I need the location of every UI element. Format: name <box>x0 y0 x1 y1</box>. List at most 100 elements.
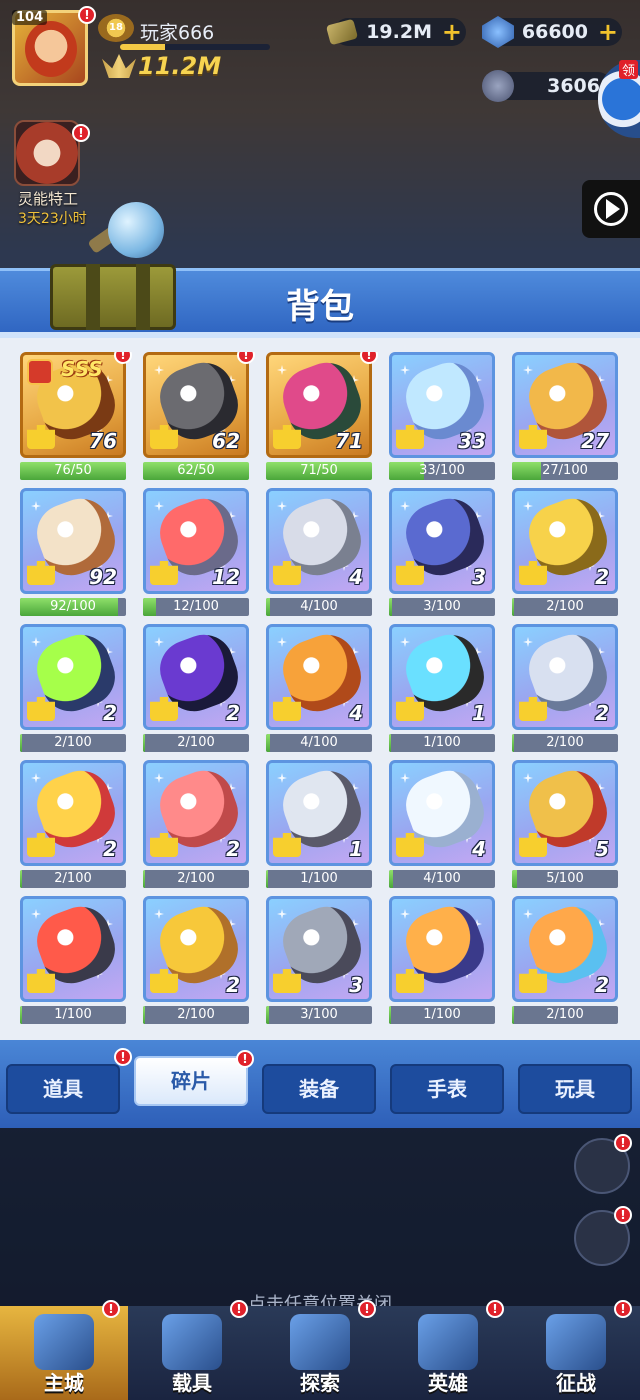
fragment-progress-text: 1/100 <box>423 1007 461 1022</box>
item-slot[interactable]: 1/100 <box>389 896 495 1026</box>
cash-counter[interactable]: 19.2M + <box>325 18 466 46</box>
item-slot[interactable]: 4 4/100 <box>266 624 372 754</box>
item-card[interactable]: 2 <box>20 624 126 730</box>
gem-counter[interactable]: 66600 + <box>482 16 622 48</box>
item-slot[interactable]: 3 3/100 <box>266 896 372 1026</box>
sparkle-icon <box>31 909 41 919</box>
item-slot[interactable]: 33 33/100 <box>389 352 495 482</box>
sparkle-icon <box>31 637 41 647</box>
nav-item-3[interactable]: 英雄! <box>384 1300 512 1400</box>
friends-button[interactable]: ! <box>574 1134 632 1194</box>
item-card[interactable]: 12 <box>143 488 249 594</box>
item-card[interactable]: 2 <box>143 896 249 1002</box>
item-card[interactable]: 4 <box>266 624 372 730</box>
item-slot[interactable]: SSS 76 76/50! <box>20 352 132 482</box>
token-icon <box>482 70 514 102</box>
fragment-progress-bar: 3/100 <box>389 598 495 616</box>
nav-item-4[interactable]: 征战! <box>512 1300 640 1400</box>
tab-4[interactable]: 玩具 <box>518 1064 632 1114</box>
tab-3[interactable]: 手表 <box>390 1064 504 1114</box>
fragment-progress-text: 4/100 <box>300 599 338 614</box>
item-card[interactable]: 2 <box>20 760 126 866</box>
item-count: 2 <box>226 701 240 725</box>
add-gem-icon[interactable]: + <box>598 20 618 44</box>
item-card[interactable]: 3 <box>266 896 372 1002</box>
add-cash-icon[interactable]: + <box>442 20 462 44</box>
fragment-progress-text: 2/100 <box>177 871 215 886</box>
sparkle-icon <box>400 773 410 783</box>
fragment-progress-bar: 2/100 <box>143 734 249 752</box>
item-slot[interactable]: 3 3/100 <box>389 488 495 618</box>
item-count: 5 <box>595 837 609 861</box>
cash-value: 19.2M <box>366 21 432 43</box>
item-slot[interactable]: 2 2/100 <box>512 624 618 754</box>
leaderboard-button[interactable]: ! <box>574 1206 632 1266</box>
fragment-progress-text: 1/100 <box>54 1007 92 1022</box>
item-card[interactable]: 2 <box>512 896 618 1002</box>
item-slot[interactable]: 2 2/100 <box>512 488 618 618</box>
item-card[interactable] <box>20 896 126 1002</box>
item-slot[interactable]: 27 27/100 <box>512 352 618 482</box>
nav-item-2[interactable]: 探索! <box>256 1300 384 1400</box>
item-slot[interactable]: 92 92/100 <box>20 488 126 618</box>
item-slot[interactable]: 2 2/100 <box>143 760 249 890</box>
item-slot[interactable]: 4 4/100 <box>389 760 495 890</box>
token-counter: 3606 <box>482 70 612 102</box>
item-slot[interactable]: 71 71/50! <box>266 352 378 482</box>
tab-0[interactable]: 道具 <box>6 1064 120 1114</box>
fragment-progress-bar: 4/100 <box>266 598 372 616</box>
item-card[interactable]: 1 <box>389 624 495 730</box>
player-level: 104 <box>12 10 48 25</box>
item-count: 4 <box>472 837 486 861</box>
item-card[interactable]: 62 <box>143 352 249 458</box>
sparkle-icon <box>400 501 410 511</box>
item-card[interactable]: 4 <box>389 760 495 866</box>
item-slot[interactable]: 1 1/100 <box>389 624 495 754</box>
nav-item-0[interactable]: 主城! <box>0 1300 128 1400</box>
item-card[interactable]: 2 <box>143 624 249 730</box>
sparkle-icon <box>523 773 533 783</box>
item-slot[interactable]: 12 12/100 <box>143 488 249 618</box>
tab-1[interactable]: 碎片! <box>134 1050 254 1106</box>
item-slot[interactable]: 1/100 <box>20 896 126 1026</box>
tab-alert-badge: ! <box>114 1048 132 1066</box>
tab-2[interactable]: 装备 <box>262 1064 376 1114</box>
item-count: 62 <box>212 429 240 453</box>
item-card[interactable]: 2 <box>512 624 618 730</box>
agent-event-icon[interactable] <box>14 120 80 186</box>
item-slot[interactable]: 2 2/100 <box>512 896 618 1026</box>
fragment-progress-text: 71/50 <box>300 463 338 478</box>
item-slot[interactable]: 1 1/100 <box>266 760 372 890</box>
item-slot[interactable]: 2 2/100 <box>20 760 126 890</box>
item-slot[interactable]: 4 4/100 <box>266 488 372 618</box>
item-card[interactable]: 4 <box>266 488 372 594</box>
item-card[interactable]: 2 <box>143 760 249 866</box>
sparkle-icon <box>154 773 164 783</box>
fragment-progress-bar: 1/100 <box>20 1006 126 1024</box>
fragment-progress-text: 1/100 <box>300 871 338 886</box>
item-card[interactable] <box>389 896 495 1002</box>
item-alert-badge: ! <box>114 352 132 364</box>
item-slot[interactable]: 62 62/50! <box>143 352 255 482</box>
item-card[interactable]: 5 <box>512 760 618 866</box>
item-card[interactable]: 2 <box>512 488 618 594</box>
agent-alert-badge: ! <box>72 124 90 142</box>
video-play-button[interactable] <box>582 180 640 238</box>
item-slot[interactable]: 2 2/100 <box>143 896 249 1026</box>
nav-icon <box>418 1314 478 1370</box>
nav-alert-badge: ! <box>614 1300 632 1318</box>
fragment-progress-text: 3/100 <box>423 599 461 614</box>
item-slot[interactable]: 2 2/100 <box>20 624 126 754</box>
item-card[interactable]: 71 <box>266 352 372 458</box>
play-triangle-icon <box>606 199 620 219</box>
nav-item-1[interactable]: 载具! <box>128 1300 256 1400</box>
item-card[interactable]: 92 <box>20 488 126 594</box>
item-card[interactable]: 1 <box>266 760 372 866</box>
item-card[interactable]: 3 <box>389 488 495 594</box>
sparkle-icon <box>154 365 164 375</box>
item-slot[interactable]: 2 2/100 <box>143 624 249 754</box>
item-slot[interactable]: 5 5/100 <box>512 760 618 890</box>
item-card[interactable]: 33 <box>389 352 495 458</box>
item-card[interactable]: 27 <box>512 352 618 458</box>
item-card[interactable]: SSS 76 <box>20 352 126 458</box>
